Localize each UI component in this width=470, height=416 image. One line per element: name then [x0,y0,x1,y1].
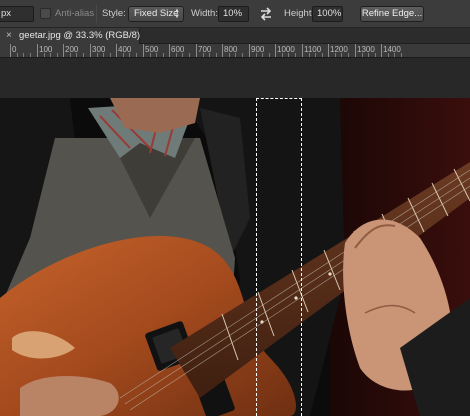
style-label: Style: [102,8,126,19]
select-arrows-icon: ▲ ▼ [174,8,180,20]
document-tab-title: geetar.jpg @ 33.3% (RGB/8) [19,30,141,41]
ruler-minor-tick [156,53,157,57]
ruler-major-tick [169,44,170,57]
options-bar: px Anti-alias Style: Fixed Size ▲ ▼ Width… [0,0,470,28]
swap-arrows-icon[interactable] [258,6,274,22]
document-tab-bar: × geetar.jpg @ 33.3% (RGB/8) [0,28,470,44]
ruler-minor-tick [256,53,257,57]
guitar-photo [0,98,470,416]
ruler-minor-tick [262,53,263,57]
ruler-minor-tick [309,53,310,57]
ruler-minor-tick [315,53,316,57]
width-input[interactable]: 10% [218,6,249,22]
ruler-minor-tick [335,53,336,57]
style-select-value: Fixed Size [134,8,179,19]
horizontal-ruler: 0 100 200 300 400 500 600 700 800 900 1000 1100 1200… [0,44,470,58]
ruler-label: 0 [12,45,17,54]
ruler-label: 1200 [330,45,348,54]
ruler-minor-tick [282,53,283,57]
style-select[interactable]: Fixed Size ▲ ▼ [128,6,184,22]
close-icon[interactable]: × [6,29,12,43]
ruler-minor-tick [182,53,183,57]
ruler-major-tick [381,44,382,57]
ruler-minor-tick [288,53,289,57]
ruler-minor-tick [341,53,342,57]
height-label: Height: [284,8,315,19]
ruler-minor-tick [295,53,296,57]
anti-alias-label: Anti-alias [55,8,95,19]
ruler-label: 1300 [357,45,375,54]
canvas-pasteboard [0,58,470,98]
options-divider [96,5,97,23]
ruler-minor-tick [76,53,77,57]
ruler-major-tick [355,44,356,57]
ruler-label: 1100 [304,45,322,54]
width-label: Width: [191,8,218,19]
ruler-minor-tick [129,53,130,57]
ruler-minor-tick [216,53,217,57]
ruler-minor-tick [235,53,236,57]
refine-edge-button[interactable]: Refine Edge... [360,6,424,22]
ruler-label: 1000 [277,45,295,54]
ruler-minor-tick [209,53,210,57]
ruler-major-tick [302,44,303,57]
ruler-major-tick [275,44,276,57]
ruler-minor-tick [269,53,270,57]
ruler-minor-tick [123,53,124,57]
ruler-major-tick [249,44,250,57]
marquee-selection[interactable] [256,98,302,416]
ruler-major-tick [222,44,223,57]
ruler-minor-tick [189,53,190,57]
ruler-major-tick [90,44,91,57]
height-input[interactable]: 100% [312,6,343,22]
ruler-minor-tick [44,53,45,57]
ruler-minor-tick [368,53,369,57]
ruler-minor-tick [394,53,395,57]
ruler-minor-tick [136,53,137,57]
ruler-minor-tick [110,53,111,57]
ruler-minor-tick [176,53,177,57]
ruler-major-tick [196,44,197,57]
anti-alias-checkbox[interactable] [40,8,51,19]
ruler-minor-tick [83,53,84,57]
ruler-label: 1400 [383,45,401,54]
ruler-minor-tick [97,53,98,57]
ruler-minor-tick [375,53,376,57]
feather-unit-field[interactable]: px [0,6,34,22]
ruler-minor-tick [203,53,204,57]
ruler-minor-tick [388,53,389,57]
document-tab[interactable]: × geetar.jpg @ 33.3% (RGB/8) [0,28,140,44]
ruler-major-tick [328,44,329,57]
ruler-major-tick [10,44,11,57]
ruler-minor-tick [57,53,58,57]
ruler-major-tick [143,44,144,57]
ruler-major-tick [116,44,117,57]
ruler-minor-tick [17,53,18,57]
ruler-minor-tick [150,53,151,57]
ruler-minor-tick [103,53,104,57]
ruler-minor-tick [23,53,24,57]
ruler-minor-tick [163,53,164,57]
ruler-major-tick [63,44,64,57]
ruler-minor-tick [242,53,243,57]
ruler-minor-tick [401,53,402,57]
ruler-minor-tick [322,53,323,57]
ruler-major-tick [37,44,38,57]
ruler-minor-tick [50,53,51,57]
ruler-minor-tick [30,53,31,57]
ruler-minor-tick [70,53,71,57]
ruler-minor-tick [362,53,363,57]
ruler-minor-tick [229,53,230,57]
ruler-minor-tick [348,53,349,57]
image-canvas[interactable] [0,98,470,416]
